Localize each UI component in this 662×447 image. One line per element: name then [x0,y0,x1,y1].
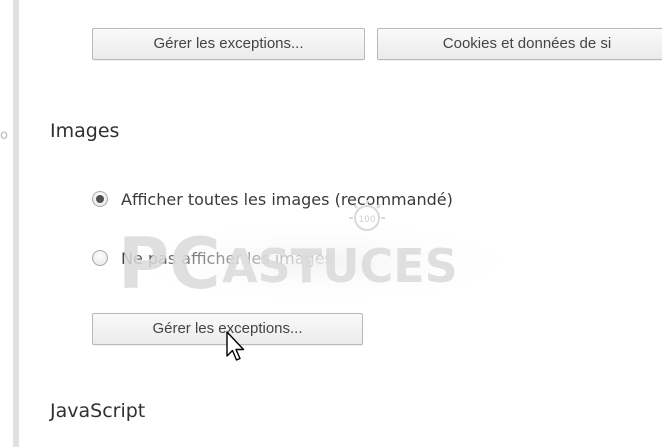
radio-button-unchecked[interactable] [92,250,108,266]
images-section-title: Images [50,120,120,142]
manage-exceptions-button-top[interactable]: Gérer les exceptions... [92,28,365,60]
settings-page: o Gérer les exceptions... Cookies et don… [0,0,662,447]
javascript-section-title: JavaScript [50,400,146,422]
radio-hide-images[interactable]: Ne pas afficher les images [92,246,333,270]
watermark-badge-text: 100 [358,215,375,225]
page-left-border [13,0,19,447]
clipped-sidebar-text: o [0,128,8,143]
radio-dot [96,195,104,203]
manage-exceptions-button-images[interactable]: Gérer les exceptions... [92,313,363,345]
radio-label-show-all: Afficher toutes les images (recommandé) [121,189,453,209]
radio-show-all-images[interactable]: Afficher toutes les images (recommandé) [92,187,453,211]
cookies-site-data-button[interactable]: Cookies et données de si [377,28,662,60]
radio-button-checked[interactable] [92,191,108,207]
radio-label-hide-images: Ne pas afficher les images [121,248,333,268]
